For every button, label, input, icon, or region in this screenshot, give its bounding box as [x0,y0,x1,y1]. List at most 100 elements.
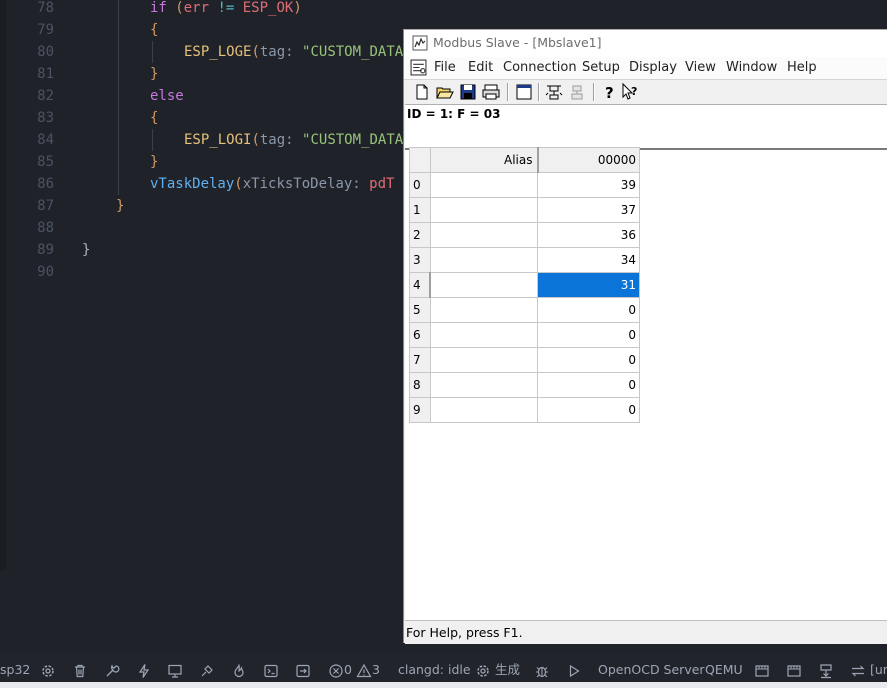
code-text: } [82,239,90,261]
register-value[interactable]: 37 [537,197,640,223]
menu-file[interactable]: File [434,60,456,75]
code-token: "CUSTOM_DATA [302,132,404,148]
code-token: else [150,88,184,104]
download-icon[interactable] [754,660,770,680]
openocd-server-button[interactable]: OpenOCD Server [598,660,705,680]
connect-icon[interactable] [544,82,564,102]
clangd-status[interactable]: clangd: idle [398,660,471,680]
line-number: 78 [37,0,54,16]
calendar-icon[interactable] [786,660,802,680]
toolbar-separator [538,83,540,101]
menu-setup[interactable]: Setup [582,60,620,75]
alias-cell[interactable] [429,372,538,398]
monitor-icon[interactable] [167,660,183,680]
register-value[interactable]: 0 [537,347,640,373]
register-value[interactable]: 39 [537,172,640,198]
register-row[interactable]: 70 [409,347,640,373]
new-icon[interactable] [412,82,432,102]
menu-connection[interactable]: Connection [503,60,577,75]
menu-edit[interactable]: Edit [468,60,493,75]
exit-icon[interactable] [295,660,311,680]
row-index[interactable]: 0 [409,172,431,198]
register-value[interactable]: 0 [537,297,640,323]
register-row[interactable]: 0 39 [409,172,640,198]
alias-cell[interactable] [429,397,538,423]
bug-icon[interactable] [534,660,550,680]
menu-view[interactable]: View [685,60,716,75]
register-row[interactable]: 60 [409,322,640,348]
open-icon[interactable] [435,82,455,102]
alias-cell[interactable] [429,347,538,373]
play-icon[interactable] [566,660,582,680]
code-text: ESP_LOGE(tag: "CUSTOM_DATA [184,41,403,63]
toolbar-separator [593,83,595,101]
code-line[interactable]: 78 if (err != ESP_OK) [0,0,887,19]
row-index[interactable]: 5 [409,297,431,323]
grid-corner[interactable] [409,147,431,173]
register-row[interactable]: 2 36 [409,222,640,248]
indent-guide [152,41,153,63]
alias-cell[interactable] [429,222,538,248]
register-row[interactable]: 50 [409,297,640,323]
flame-icon[interactable] [231,660,247,680]
document-icon[interactable] [410,59,427,76]
row-index[interactable]: 3 [409,247,431,273]
register-grid[interactable]: Alias 00000 0 39 1 37 2 36 3 34 4 31 5 0 6 0 7 0 8 0 9 0 [409,147,640,423]
qemu-button[interactable]: QEMU [705,660,743,680]
trash-icon[interactable] [72,660,88,680]
title-bar[interactable]: Modbus Slave - [Mbslave1] [404,30,887,57]
flash-icon[interactable] [136,660,152,680]
build-button[interactable]: 生成 [475,660,520,680]
code-token: err [183,0,218,16]
register-row[interactable]: 3 34 [409,247,640,273]
register-row[interactable]: 90 [409,397,640,423]
sync-indicator[interactable]: [un [850,660,887,680]
wrench-icon[interactable] [104,660,120,680]
menu-help[interactable]: Help [787,60,817,75]
code-text: { [150,19,158,41]
gear-icon[interactable] [40,660,56,680]
register-row[interactable]: 1 37 [409,197,640,223]
alias-column-header[interactable]: Alias [429,147,539,173]
row-index[interactable]: 6 [409,322,431,348]
alias-cell[interactable] [429,272,538,298]
terminal-icon[interactable] [263,660,279,680]
alias-cell[interactable] [429,247,538,273]
context-help-icon[interactable]: ? [620,82,640,102]
menu-window[interactable]: Window [726,60,777,75]
address-column-header[interactable]: 00000 [537,147,640,173]
row-index[interactable]: 9 [409,397,431,423]
register-row[interactable]: 4 31 [409,272,640,298]
register-value[interactable]: 0 [537,372,640,398]
modbus-slave-window[interactable]: Modbus Slave - [Mbslave1] File Edit Conn… [403,29,887,644]
alias-cell[interactable] [429,172,538,198]
alias-cell[interactable] [429,322,538,348]
device-icon[interactable] [199,660,215,680]
save-icon[interactable] [458,82,478,102]
row-index[interactable]: 4 [409,272,431,298]
flash-download-icon[interactable] [818,660,834,680]
register-row[interactable]: 80 [409,372,640,398]
problems-indicator[interactable]: 0 3 [328,660,380,680]
register-value[interactable]: 36 [537,222,640,248]
print-icon[interactable] [481,82,501,102]
row-index[interactable]: 8 [409,372,431,398]
row-index[interactable]: 1 [409,197,431,223]
window-icon[interactable] [514,82,534,102]
line-number: 87 [37,198,54,214]
alias-cell[interactable] [429,297,538,323]
alias-cell[interactable] [429,197,538,223]
selected-register-value[interactable]: 31 [537,272,640,298]
row-index[interactable]: 2 [409,222,431,248]
target-label[interactable]: sp32 [0,660,30,680]
error-icon [329,663,343,678]
code-token: tag: [259,44,303,60]
register-value[interactable]: 34 [537,247,640,273]
error-count: 0 [344,662,352,677]
disconnect-icon[interactable] [567,82,587,102]
row-index[interactable]: 7 [409,347,431,373]
register-value[interactable]: 0 [537,322,640,348]
register-value[interactable]: 0 [537,397,640,423]
menu-display[interactable]: Display [629,60,677,75]
help-icon[interactable]: ? [599,82,619,102]
